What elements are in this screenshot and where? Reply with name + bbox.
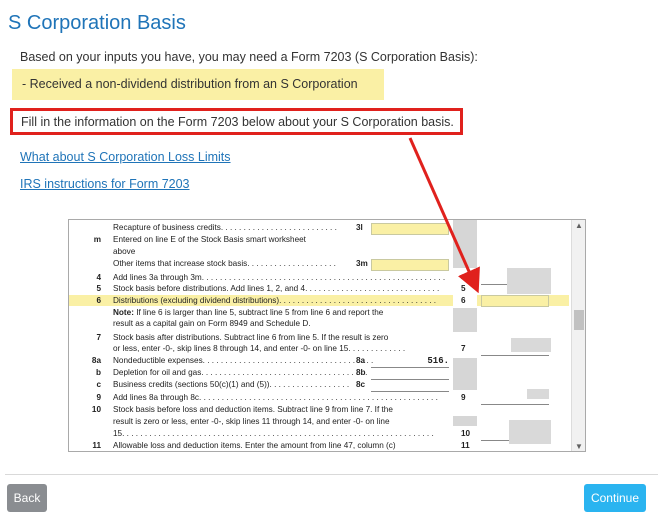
line-number: b bbox=[95, 368, 101, 377]
row-text: Add lines 8a through 8c. . . . . . . . .… bbox=[113, 393, 438, 402]
sub-line-number: 3l bbox=[356, 223, 363, 232]
sub-line-number: 8a bbox=[356, 356, 366, 365]
row-text: Other items that increase stock basis. .… bbox=[113, 259, 336, 268]
right-line-number: 4 bbox=[461, 273, 466, 282]
line-number: 4 bbox=[96, 273, 101, 282]
sub-line-number: 8c bbox=[356, 380, 366, 389]
line-number: 6 bbox=[96, 296, 101, 305]
row-text: 15. . . . . . . . . . . . . . . . . . . … bbox=[113, 429, 434, 438]
line-number: 9 bbox=[96, 393, 101, 402]
right-line-number: 11 bbox=[461, 441, 470, 450]
row-text: Nondeductible expenses. . . . . . . . . … bbox=[113, 356, 374, 365]
footer-divider bbox=[5, 474, 658, 475]
redacted-value bbox=[509, 420, 551, 444]
right-line-number: 10 bbox=[461, 429, 471, 438]
line-number: c bbox=[96, 380, 101, 389]
line-number: m bbox=[93, 235, 101, 244]
line-number: 10 bbox=[91, 405, 101, 414]
row-text: Business credits (sections 50(c)(1) and … bbox=[113, 380, 350, 389]
row-text: Entered on line E of the Stock Basis sma… bbox=[113, 235, 306, 244]
row-text: Stock basis after distributions. Subtrac… bbox=[113, 333, 389, 342]
scroll-thumb[interactable] bbox=[574, 310, 584, 330]
line-number: 5 bbox=[96, 284, 101, 293]
row-text: above bbox=[113, 247, 136, 256]
right-line-number: 7 bbox=[461, 344, 466, 353]
redacted-value bbox=[507, 268, 551, 294]
continue-button[interactable]: Continue bbox=[584, 484, 646, 512]
line-8a-value: 516. bbox=[427, 356, 449, 366]
row-text: result as a capital gain on Form 8949 an… bbox=[113, 319, 311, 328]
note-label: Note: bbox=[113, 308, 134, 317]
right-line-number: 5 bbox=[461, 284, 466, 293]
scroll-up-icon[interactable]: ▲ bbox=[572, 220, 585, 232]
intro-text: Based on your inputs you have, you may n… bbox=[20, 50, 478, 64]
line-number: 8a bbox=[91, 356, 101, 365]
row-text: or less, enter -0-, skip lines 8 through… bbox=[113, 344, 406, 353]
note-text: If line 6 is larger than line 5, subtrac… bbox=[133, 308, 384, 317]
line-8c-field[interactable] bbox=[371, 380, 449, 392]
row-text: Note: If line 6 is larger than line 5, s… bbox=[113, 308, 383, 317]
line-3l-field[interactable] bbox=[371, 223, 449, 235]
callout-box: - Received a non-dividend distribution f… bbox=[12, 69, 384, 100]
irs-instructions-link[interactable]: IRS instructions for Form 7203 bbox=[20, 177, 190, 191]
loss-limits-link[interactable]: What about S Corporation Loss Limits bbox=[20, 150, 231, 164]
line-number: 11 bbox=[92, 441, 101, 450]
line-8b-field[interactable] bbox=[371, 368, 449, 380]
sub-line-number: 3m bbox=[356, 259, 368, 268]
sub-line-number: 8b bbox=[356, 368, 366, 377]
right-line-number: 6 bbox=[461, 296, 466, 305]
row-text: Stock basis before distributions. Add li… bbox=[113, 284, 440, 293]
redacted-value bbox=[527, 389, 549, 399]
redacted-value bbox=[511, 338, 551, 352]
page-title: S Corporation Basis bbox=[8, 12, 186, 34]
back-button[interactable]: Back bbox=[7, 484, 47, 512]
scroll-down-icon[interactable]: ▼ bbox=[572, 441, 585, 451]
line-6-field[interactable] bbox=[481, 295, 549, 307]
row-text: Stock basis before loss and deduction it… bbox=[113, 405, 393, 414]
callout-text: - Received a non-dividend distribution f… bbox=[22, 77, 358, 91]
right-line-number: 9 bbox=[461, 393, 466, 402]
row-text: Distributions (excluding dividend distri… bbox=[113, 296, 437, 305]
line-3m-field[interactable] bbox=[371, 259, 449, 271]
row-text: Add lines 3a through 3m. . . . . . . . .… bbox=[113, 273, 446, 282]
form-7203-rows: Recapture of business credits. . . . . .… bbox=[69, 220, 569, 451]
row-text: Recapture of business credits. . . . . .… bbox=[113, 223, 337, 232]
form-7203-viewer[interactable]: Recapture of business credits. . . . . .… bbox=[68, 219, 586, 452]
fill-in-text: Fill in the information on the Form 7203… bbox=[21, 115, 454, 129]
line-number-column bbox=[453, 220, 477, 451]
form-scrollbar[interactable]: ▲ ▼ bbox=[571, 220, 585, 451]
line-number: 7 bbox=[96, 333, 101, 342]
row-text: Allowable loss and deduction items. Ente… bbox=[113, 441, 396, 450]
row-text: Depletion for oil and gas. . . . . . . .… bbox=[113, 368, 368, 377]
row-text: result is zero or less, enter -0-, skip … bbox=[113, 417, 390, 426]
fill-in-instructions-box: Fill in the information on the Form 7203… bbox=[10, 108, 463, 135]
